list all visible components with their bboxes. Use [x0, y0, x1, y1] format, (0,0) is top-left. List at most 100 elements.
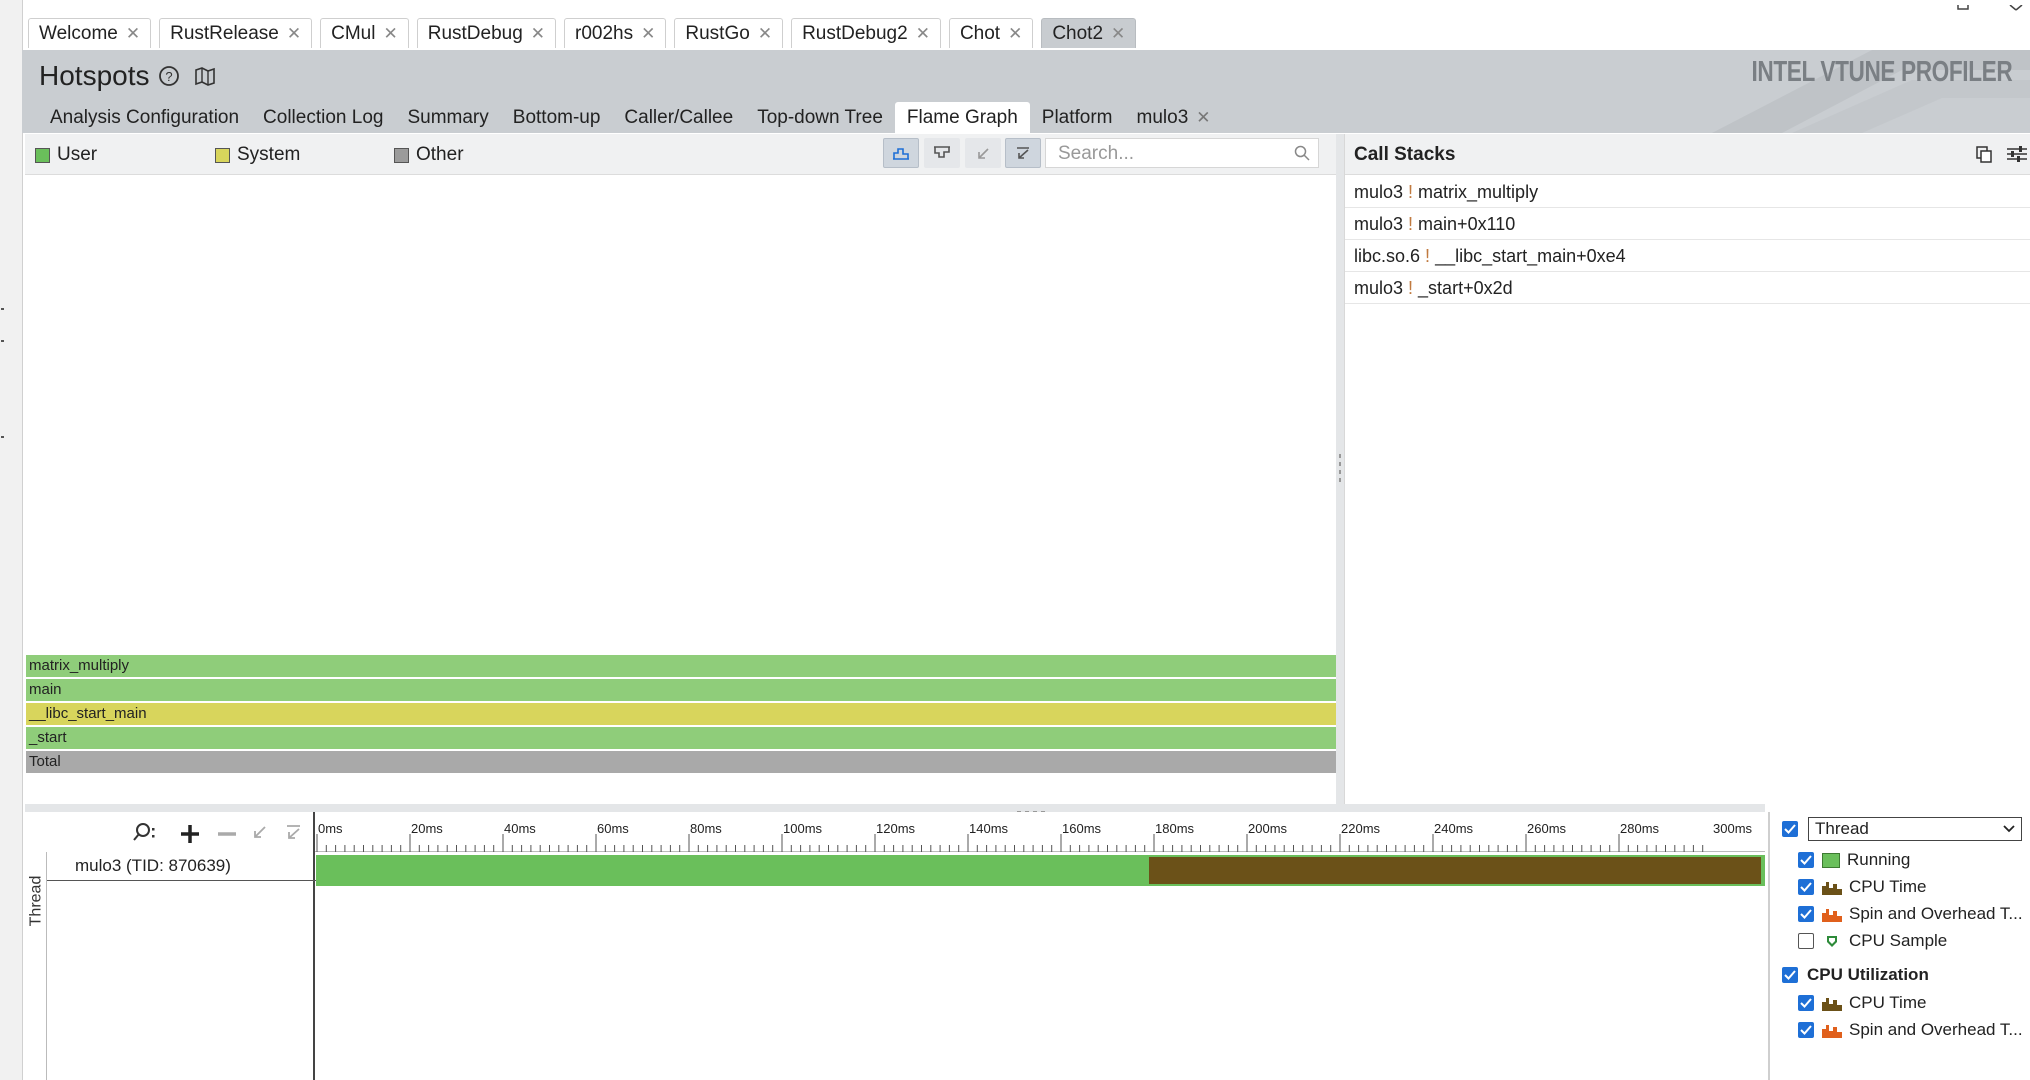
checkbox[interactable] [1798, 906, 1814, 922]
checkbox[interactable] [1782, 967, 1798, 983]
tab-bottom-up[interactable]: Bottom-up [501, 102, 613, 133]
other-swatch [394, 147, 409, 163]
close-icon[interactable]: ✕ [383, 24, 397, 44]
doc-tab-label: Welcome [39, 22, 118, 44]
legend-system: System [215, 144, 300, 166]
doc-tab-cmul[interactable]: CMul ✕ [320, 18, 409, 48]
edge-marker [1, 436, 4, 438]
close-icon[interactable]: ✕ [758, 24, 772, 44]
doc-tab-rustdebug[interactable]: RustDebug ✕ [416, 18, 557, 48]
flame-frame[interactable]: Total [26, 751, 1336, 773]
flame-graph-view-button[interactable] [883, 138, 919, 168]
zoom-search-icon[interactable] [133, 822, 157, 844]
tab-summary[interactable]: Summary [395, 102, 500, 133]
tab-flame-graph[interactable]: Flame Graph [894, 102, 1030, 133]
tab-mulo3[interactable]: mulo3 ✕ [1125, 102, 1223, 133]
settings-sliders-icon[interactable] [2006, 145, 2028, 163]
reset-zoom-button[interactable] [1005, 138, 1041, 168]
close-icon[interactable]: ✕ [1008, 24, 1022, 44]
cpu-time-area-icon [1822, 997, 1842, 1011]
tab-label: Platform [1041, 106, 1113, 128]
help-icon[interactable]: ? [158, 65, 180, 87]
copy-icon[interactable] [1975, 145, 1993, 163]
edge-marker [1, 340, 4, 342]
tab-collection-log[interactable]: Collection Log [251, 102, 395, 133]
zoom-reset-icon[interactable] [283, 824, 303, 842]
ruler-tick-label: 300ms [1713, 821, 1753, 836]
doc-tab-label: RustDebug2 [802, 22, 908, 44]
tab-platform[interactable]: Platform [1030, 102, 1125, 133]
search-input[interactable] [1046, 139, 1290, 169]
svg-text:?: ? [165, 69, 172, 84]
doc-tab-label: Chot [959, 22, 1001, 44]
tab-caller-callee[interactable]: Caller/Callee [612, 102, 745, 133]
doc-tab-chot[interactable]: Chot ✕ [948, 18, 1034, 48]
ruler-tick-label: 140ms [969, 821, 1009, 836]
icicle-view-button[interactable] [924, 138, 960, 168]
thread-group-checkbox[interactable] [1782, 821, 1798, 837]
thread-row-label[interactable]: mulo3 (TID: 870639) [75, 856, 231, 876]
arrow-back-icon [978, 148, 989, 159]
legend-user: User [35, 144, 97, 166]
close-icon[interactable]: ✕ [1111, 24, 1125, 44]
separator: ! [1408, 214, 1414, 234]
flame-frame[interactable]: main [26, 679, 1336, 701]
thread-activity-bar[interactable] [316, 855, 1765, 886]
search-icon[interactable] [1294, 145, 1310, 161]
function-name: __libc_start_main+0xe4 [1435, 246, 1626, 266]
brand-logo-text: INTEL VTUNE PROFILER [1751, 56, 2012, 88]
flame-frame[interactable]: __libc_start_main [26, 703, 1336, 725]
legend-row-util-spin[interactable]: Spin and Overhead T... [1798, 1020, 2023, 1040]
call-stack-row[interactable]: libc.so.6! __libc_start_main+0xe4 [1345, 240, 2030, 272]
close-icon[interactable]: ✕ [531, 24, 545, 44]
call-stack-row[interactable]: mulo3! matrix_multiply [1345, 176, 2030, 208]
search-box[interactable] [1045, 138, 1319, 169]
legend-row-running[interactable]: Running [1798, 850, 1910, 870]
zoom-out-icon[interactable] [217, 824, 237, 844]
doc-tab-chot2[interactable]: Chot2 ✕ [1041, 18, 1137, 48]
legend-row-cpu-time[interactable]: CPU Time [1798, 877, 1926, 897]
close-icon[interactable]: ✕ [1196, 108, 1210, 128]
close-icon[interactable]: ✕ [287, 24, 301, 44]
ruler-tick-label: 260ms [1527, 821, 1567, 836]
doc-tab-rustgo[interactable]: RustGo ✕ [674, 18, 784, 48]
close-icon[interactable]: ✕ [916, 24, 930, 44]
map-icon[interactable] [193, 65, 215, 87]
checkbox[interactable] [1798, 995, 1814, 1011]
doc-tab-rustrelease[interactable]: RustRelease ✕ [159, 18, 313, 48]
doc-tab-welcome[interactable]: Welcome ✕ [28, 18, 152, 48]
tab-label: Flame Graph [906, 106, 1018, 128]
tab-analysis-configuration[interactable]: Analysis Configuration [38, 102, 251, 133]
checkbox[interactable] [1798, 852, 1814, 868]
legend-label: CPU Time [1849, 993, 1927, 1012]
flame-frame[interactable]: _start [26, 727, 1336, 749]
tab-top-down-tree[interactable]: Top-down Tree [745, 102, 895, 133]
checkbox[interactable] [1798, 1022, 1814, 1038]
doc-tab-label: RustRelease [170, 22, 279, 44]
zoom-in-icon[interactable] [180, 824, 200, 844]
doc-tab-label: RustDebug [427, 22, 523, 44]
close-icon[interactable]: ✕ [641, 24, 655, 44]
call-stack-row[interactable]: mulo3! _start+0x2d [1345, 272, 2030, 304]
thread-group-select[interactable]: Thread [1808, 817, 2022, 841]
legend-label: Spin and Overhead T... [1849, 1020, 2023, 1039]
ruler-ticks: 0ms 20ms 40ms 60ms 80ms 100ms 120ms 140ms 160ms 1… [316, 821, 1753, 852]
legend-row-cpu-sample[interactable]: CPU Sample [1798, 931, 1947, 951]
legend-row-spin[interactable]: Spin and Overhead T... [1798, 904, 2023, 924]
close-icon[interactable]: ✕ [126, 24, 140, 44]
zoom-back-icon[interactable] [250, 824, 270, 842]
call-stacks-header: Call Stacks [1345, 134, 2030, 175]
legend-row-util-cpu-time[interactable]: CPU Time [1798, 993, 1926, 1013]
document-tab-strip: Welcome ✕ RustRelease ✕ CMul ✕ RustDebug ✕ r… [28, 18, 1137, 50]
checkbox[interactable] [1798, 933, 1814, 949]
vertical-splitter[interactable] [1336, 134, 1344, 804]
zoom-back-button[interactable] [965, 138, 1001, 168]
panel-title: Call Stacks [1354, 144, 1456, 165]
call-stack-row[interactable]: mulo3! main+0x110 [1345, 208, 2030, 240]
cpu-utilization-group[interactable]: CPU Utilization [1782, 965, 1929, 985]
flame-frame[interactable]: matrix_multiply [26, 655, 1336, 677]
doc-tab-r002hs[interactable]: r002hs ✕ [564, 18, 667, 48]
checkbox[interactable] [1798, 879, 1814, 895]
doc-tab-rustdebug2[interactable]: RustDebug2 ✕ [791, 18, 941, 48]
horizontal-splitter[interactable] [25, 804, 1765, 813]
